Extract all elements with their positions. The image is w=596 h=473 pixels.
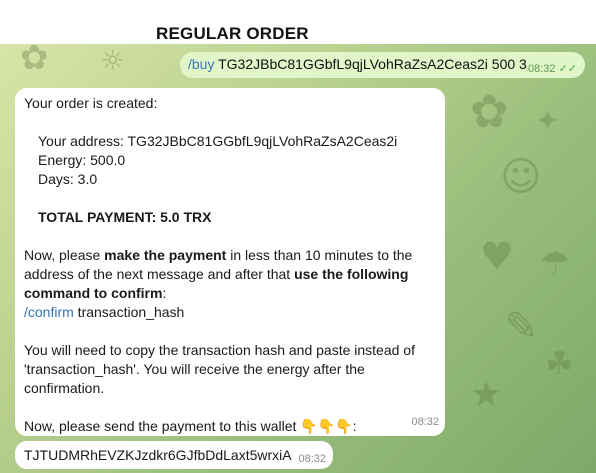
confirm-command-arg: transaction_hash bbox=[73, 304, 185, 320]
header-band: REGULAR ORDER bbox=[0, 0, 596, 44]
pointing-down-emoji-icon: 👇👇👇 bbox=[300, 418, 353, 434]
wallpaper-doodle-icon: ☼ bbox=[100, 44, 126, 77]
order-days: Days: 3.0 bbox=[38, 171, 98, 187]
send-payment-line: Now, please send the payment to this wal… bbox=[24, 417, 435, 436]
instruction-line-3: command to confirm: bbox=[24, 284, 435, 303]
wallet-message-time: 08:32 bbox=[298, 453, 326, 465]
buy-command-args: TG32JBbC81GGbfL9qjLVohRaZsA2Ceas2i 500 3 bbox=[218, 56, 527, 72]
wallpaper-doodle-icon: ☺ bbox=[500, 154, 542, 200]
wallpaper-doodle-icon: ☘ bbox=[545, 344, 574, 382]
outgoing-meta: 08:32 ✓✓ bbox=[528, 62, 577, 75]
wallpaper-doodle-icon: ✦ bbox=[535, 104, 561, 139]
wallpaper-doodle-icon: ✎ bbox=[505, 304, 539, 350]
send-payment-text: Now, please send the payment to this wal… bbox=[24, 418, 301, 434]
note-line-3: confirmation. bbox=[24, 380, 105, 396]
outgoing-time: 08:32 bbox=[527, 63, 556, 75]
wallpaper-doodle-icon: ☂ bbox=[540, 244, 571, 284]
confirm-command-link[interactable]: /confirm bbox=[24, 304, 74, 320]
confirm-command-line: /confirm transaction_hash bbox=[24, 303, 435, 322]
note-line-1: You will need to copy the transaction ha… bbox=[24, 342, 415, 358]
instruction-text: address of the next message and after th… bbox=[24, 266, 295, 282]
double-check-icon: ✓✓ bbox=[558, 63, 577, 75]
instruction-line-2: address of the next message and after th… bbox=[24, 265, 435, 284]
instruction-text: Now, please bbox=[24, 247, 105, 263]
wallet-address-message[interactable]: TJTUDMRhEVZKJzdkr6GJfbDdLaxt5wrxiA 08:32 bbox=[15, 441, 333, 469]
instruction-text: in less than 10 minutes to the bbox=[226, 247, 413, 263]
send-payment-colon: : bbox=[352, 418, 357, 434]
wallpaper-doodle-icon: ★ bbox=[470, 374, 503, 415]
order-message-time: 08:32 bbox=[411, 416, 439, 428]
wallpaper-doodle-icon: ✿ bbox=[20, 44, 49, 78]
note-line-2: 'transaction_hash'. You will receive the… bbox=[24, 361, 365, 377]
wallpaper-doodle-icon: ✿ bbox=[470, 84, 509, 138]
instruction-text: : bbox=[162, 285, 167, 301]
instruction-bold: make the payment bbox=[104, 247, 227, 263]
page-title: REGULAR ORDER bbox=[156, 24, 309, 43]
order-created-message[interactable]: Your order is created: Your address: TG3… bbox=[15, 88, 445, 436]
order-total: TOTAL PAYMENT: 5.0 TRX bbox=[38, 209, 212, 225]
wallet-address[interactable]: TJTUDMRhEVZKJzdkr6GJfbDdLaxt5wrxiA bbox=[24, 447, 292, 463]
outgoing-message[interactable]: /buy TG32JBbC81GGbfL9qjLVohRaZsA2Ceas2i … bbox=[180, 52, 585, 78]
buy-command-link[interactable]: /buy bbox=[188, 56, 214, 72]
order-energy: Energy: 500.0 bbox=[38, 152, 126, 168]
wallpaper-doodle-icon: ♥ bbox=[480, 234, 515, 278]
instruction-bold: command to confirm bbox=[24, 285, 163, 301]
instruction-line-1: Now, please make the payment in less tha… bbox=[24, 246, 435, 265]
order-address: Your address: TG32JBbC81GGbfL9qjLVohRaZs… bbox=[38, 133, 398, 149]
instruction-bold: use the following bbox=[294, 266, 409, 282]
order-header: Your order is created: bbox=[24, 95, 158, 111]
